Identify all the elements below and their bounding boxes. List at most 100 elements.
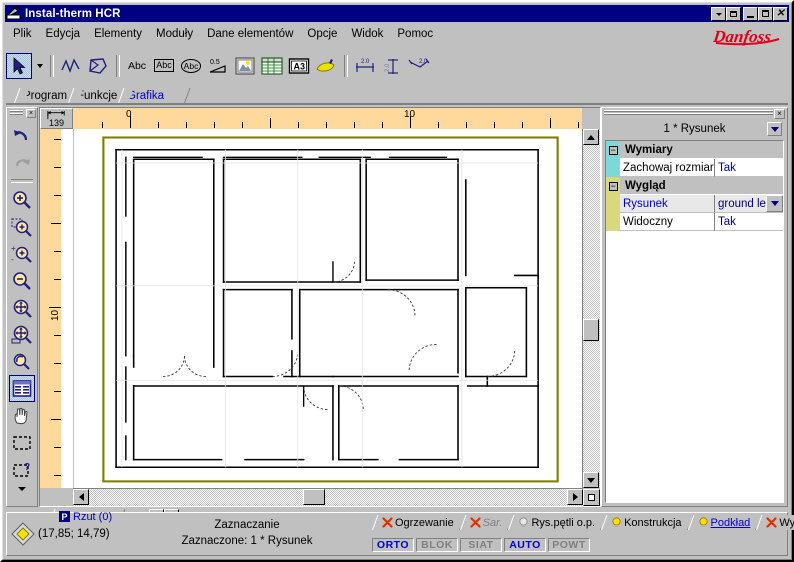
marquee-select-tool[interactable] [9, 429, 35, 456]
properties-object-dropdown[interactable] [767, 122, 782, 136]
status-message-area: Zaznaczanie Zaznaczone: 1 * Rysunek [127, 517, 367, 549]
window-minimize-button[interactable] [743, 6, 758, 21]
sheet-tab-label: Rzut (0) [73, 510, 113, 523]
undo-tool[interactable] [9, 122, 35, 149]
dim-horizontal-tool[interactable]: 2.0 [352, 53, 378, 79]
coordinates-value: (17,85; 14,79) [38, 528, 110, 540]
layer-tab-ogrzewanie[interactable]: Ogrzewanie [372, 515, 466, 530]
zoom-previous-tool[interactable] [9, 348, 35, 375]
palette-grip[interactable] [10, 110, 23, 117]
menu-item-moduly[interactable]: Moduły [149, 26, 200, 42]
sheet-a3-tool[interactable]: A3 [286, 53, 312, 79]
properties-header: 1 * Rysunek [604, 120, 785, 138]
status-bar: (17,85; 14,79) Zaznaczanie Zaznaczone: 1… [6, 512, 794, 556]
select-arrow-tool[interactable] [6, 52, 32, 79]
window-maximize-button[interactable] [758, 6, 773, 21]
zoom-out-tool[interactable] [9, 267, 35, 294]
layer-tab-podklad[interactable]: Podkład [687, 515, 762, 530]
zoom-fit-selection-tool[interactable] [9, 321, 35, 348]
zoom-in-tool[interactable] [9, 186, 35, 213]
scroll-left-button[interactable] [73, 489, 89, 505]
property-value[interactable]: Tak [715, 213, 783, 231]
text-boxed-abc-tool[interactable]: Abc [151, 53, 177, 79]
properties-grid: − Wymiary Zachowaj rozmiar Tak − Wygląd … [605, 140, 784, 503]
window-close-button[interactable]: ✕ [773, 6, 788, 21]
zoom-plus-minus-tool[interactable]: + - [9, 240, 35, 267]
scroll-right-button[interactable] [567, 489, 583, 505]
palette-more-button[interactable] [9, 483, 35, 495]
table-row[interactable]: Rysunek ground les [606, 195, 783, 213]
svg-text:2.0: 2.0 [385, 62, 391, 71]
zoom-fit-tool[interactable] [9, 294, 35, 321]
row-gutter [606, 213, 620, 231]
menu-item-opcje[interactable]: Opcje [300, 26, 344, 42]
tab-grafika[interactable]: Grafika [118, 88, 191, 103]
sheet-tab-rzut[interactable]: P Rzut (0) [49, 509, 126, 524]
tab-grafika-label: Grafika [127, 89, 165, 102]
app-pen-icon [6, 5, 22, 21]
menu-item-elementy[interactable]: Elementy [87, 26, 149, 42]
group-collapse-icon[interactable]: − [608, 145, 618, 155]
marquee-query-tool[interactable]: ? [9, 456, 35, 483]
line-width-tool[interactable]: 0.5 [205, 53, 231, 79]
image-tool[interactable] [232, 53, 258, 79]
table-row[interactable]: Zachowaj rozmiar Tak [606, 159, 783, 177]
menu-item-widok[interactable]: Widok [344, 26, 390, 42]
layer-tab-label: Konstrukcja [624, 516, 682, 529]
scroll-down-button[interactable] [583, 472, 599, 488]
horizontal-scroll-thumb[interactable] [303, 489, 325, 505]
highlighter-tool[interactable] [313, 53, 339, 79]
pan-hand-tool[interactable] [9, 402, 35, 429]
canvas-vertical-scrollbar[interactable] [582, 129, 600, 488]
property-value[interactable]: ground les [715, 195, 783, 213]
select-dropdown-arrow[interactable] [33, 53, 46, 79]
menu-item-dane-elementow[interactable]: Dane elementów [200, 26, 300, 42]
table-row[interactable]: Widoczny Tak [606, 213, 783, 231]
text-ellipse-abc-tool[interactable]: Abc [178, 53, 204, 79]
row-gutter [606, 159, 620, 177]
mode-blok[interactable]: BLOK [416, 537, 458, 552]
layer-tab-label: Ogrzewanie [395, 516, 454, 529]
layer-tab-konstrukcja[interactable]: Konstrukcja [601, 515, 694, 530]
window-menu-dropdown-button[interactable] [711, 6, 726, 21]
properties-tool[interactable] [9, 375, 35, 402]
property-group-wymiary[interactable]: − Wymiary [606, 141, 783, 159]
ruler-scale-box[interactable]: 139 [40, 108, 73, 129]
table-tool[interactable] [259, 53, 285, 79]
canvas-horizontal-scrollbar[interactable] [73, 488, 583, 506]
canvas-resize-corner[interactable] [583, 489, 600, 506]
palette-close-button[interactable]: × [26, 109, 36, 118]
mode-siat[interactable]: SIAT [460, 537, 502, 552]
properties-panel-grip[interactable] [604, 110, 773, 118]
group-collapse-icon[interactable]: − [608, 181, 618, 191]
yellow-bulb-icon [698, 517, 709, 528]
zoom-window-tool[interactable] [9, 213, 35, 240]
polygon-tool[interactable] [85, 53, 111, 79]
property-value[interactable]: Tak [715, 159, 783, 177]
menu-item-pomoc[interactable]: Pomoc [390, 26, 440, 42]
palette-separator [11, 179, 33, 183]
red-x-icon [382, 517, 393, 528]
mode-powt[interactable]: POWT [548, 537, 590, 552]
layer-tab-wydruk[interactable]: Wydruk [756, 515, 794, 530]
window-restore-button[interactable] [726, 6, 741, 21]
menu-item-edycja[interactable]: Edycja [39, 26, 88, 42]
tab-program-label: Program [23, 89, 68, 102]
property-value-dropdown[interactable] [766, 195, 783, 212]
dim-vertical-tool[interactable]: 2.0 [379, 53, 405, 79]
layer-tab-rys-petli[interactable]: Rys.pętli o.p. [508, 515, 607, 530]
vertical-scroll-thumb[interactable] [583, 319, 599, 341]
polyline-tool[interactable] [58, 53, 84, 79]
menu-item-plik[interactable]: Plik [6, 26, 39, 42]
mode-orto[interactable]: ORTO [372, 537, 414, 552]
scroll-up-button[interactable] [583, 129, 599, 145]
property-group-wyglad[interactable]: − Wygląd [606, 177, 783, 195]
properties-close-button[interactable]: × [774, 109, 785, 119]
drawing-canvas[interactable] [73, 129, 582, 488]
dim-angular-tool[interactable]: 2.0 [406, 53, 432, 79]
status-selection-text: Zaznaczone: 1 * Rysunek [181, 535, 313, 547]
layer-tab-sar[interactable]: Sar. [459, 515, 514, 530]
text-abc-tool[interactable]: Abc [124, 53, 150, 79]
mode-auto[interactable]: AUTO [504, 537, 546, 552]
redo-tool[interactable] [9, 149, 35, 176]
